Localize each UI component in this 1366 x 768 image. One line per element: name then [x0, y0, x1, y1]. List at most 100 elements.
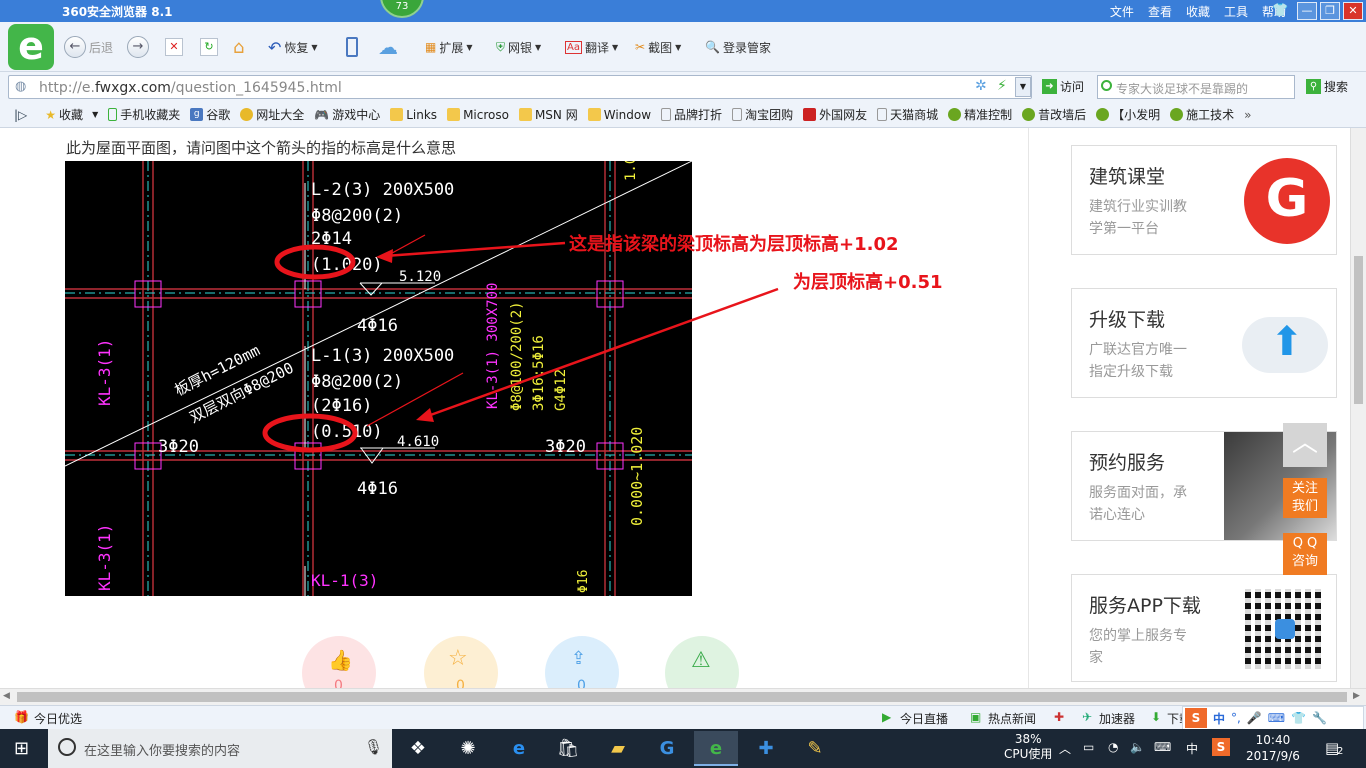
volume-icon[interactable]: 🔈: [1130, 740, 1145, 754]
windows-start-icon[interactable]: ⊞: [14, 738, 29, 759]
phone-icon: [108, 108, 118, 121]
follow-button[interactable]: 关注 我们: [1283, 478, 1327, 518]
fav-google[interactable]: g 谷歌: [190, 106, 230, 123]
scroll-thumb[interactable]: [1354, 256, 1363, 404]
restore-button[interactable]: ↶ 恢复 ▼: [268, 36, 318, 58]
loading-icon[interactable]: ✲: [975, 78, 987, 94]
qq-consult-button[interactable]: Q Q 咨询: [1283, 533, 1327, 575]
cpu-meter[interactable]: 38% CPU使用: [1004, 732, 1052, 762]
scroll-left-icon[interactable]: ◀: [3, 691, 10, 701]
scroll-thumb[interactable]: [17, 692, 1347, 702]
ime-indicator[interactable]: 中: [1186, 740, 1198, 757]
refresh-button[interactable]: ↻: [200, 36, 218, 58]
browser-logo-icon[interactable]: e: [8, 24, 54, 70]
fav-label: 手机收藏夹: [120, 108, 181, 122]
visit-button[interactable]: ➜ 访问: [1042, 78, 1084, 95]
home-button[interactable]: ⌂: [233, 36, 244, 58]
clock[interactable]: 10:40 2017/9/6: [1246, 732, 1300, 764]
today-picks[interactable]: 今日优选: [34, 710, 82, 727]
fav-label: 昔改墙后: [1038, 108, 1087, 122]
medical-icon[interactable]: ✚: [1054, 710, 1064, 724]
login-manager-button[interactable]: 🔍 登录管家: [705, 36, 771, 58]
fav-foreign[interactable]: 外国网友: [803, 106, 867, 123]
grid-icon: ▦: [425, 40, 437, 54]
microphone-icon[interactable]: 🎙: [364, 738, 383, 756]
phone-button[interactable]: [346, 36, 358, 58]
menu-tools[interactable]: 工具: [1224, 3, 1248, 20]
hot-news[interactable]: 热点新闻: [988, 710, 1036, 727]
cloud-button[interactable]: ☁: [378, 35, 398, 59]
punct-icon[interactable]: °,: [1231, 711, 1241, 725]
fav-construction[interactable]: 施工技术: [1170, 106, 1234, 123]
maximize-button[interactable]: ❐: [1320, 2, 1340, 20]
fav-wall[interactable]: 昔改墙后: [1022, 106, 1086, 123]
fav-game[interactable]: 🎮 游戏中心: [314, 106, 380, 123]
sogou-tray-icon[interactable]: S: [1212, 738, 1230, 756]
translate-button[interactable]: Aa 翻译 ▼: [565, 36, 618, 58]
browser-360-taskbar-icon[interactable]: e: [694, 731, 738, 766]
tray-chevron-icon[interactable]: ︿: [1059, 740, 1071, 757]
menu-view[interactable]: 查看: [1148, 3, 1172, 20]
extend-button[interactable]: ▦ 扩展 ▼: [425, 36, 473, 58]
card-upgrade-download[interactable]: 升级下载 广联达官方唯一 指定升级下载 ⬆: [1071, 288, 1337, 398]
skin-icon[interactable]: 👕: [1272, 3, 1288, 18]
back-button[interactable]: ← 后退: [64, 36, 113, 58]
fav-msn[interactable]: MSN 网: [518, 106, 578, 123]
search-input[interactable]: 专家大谈足球不是靠踢的: [1097, 75, 1295, 99]
tools-icon[interactable]: 🔧: [1312, 711, 1327, 725]
mic-icon[interactable]: 🎤: [1247, 711, 1262, 725]
fav-hao[interactable]: 网址大全: [240, 106, 304, 123]
glodon-app-icon[interactable]: G: [645, 731, 689, 766]
lightning-icon[interactable]: ⚡: [997, 78, 1007, 94]
keyboard-icon[interactable]: ⌨: [1154, 740, 1171, 754]
fav-collect[interactable]: ★ 收藏 ▼: [45, 106, 98, 123]
accelerator[interactable]: 加速器: [1099, 710, 1135, 727]
sidebar-toggle-icon[interactable]: |▷: [14, 108, 27, 122]
forward-button[interactable]: →: [127, 36, 149, 58]
fav-taobao[interactable]: 淘宝团购: [732, 106, 793, 123]
swirl-app-icon[interactable]: ✺: [446, 731, 490, 766]
stop-button[interactable]: ✕: [165, 36, 183, 58]
search-button[interactable]: ⚲ 搜索: [1306, 78, 1348, 95]
file-explorer-icon[interactable]: ▰: [596, 731, 640, 766]
store-icon[interactable]: 🛍: [546, 731, 590, 766]
bank-button[interactable]: ⛨ 网银 ▼: [496, 36, 541, 58]
fav-label: 【小发明: [1112, 108, 1161, 122]
wifi-icon[interactable]: ◔: [1108, 740, 1118, 754]
horizontal-scrollbar[interactable]: ◀ ▶: [0, 688, 1366, 705]
fav-invention[interactable]: 【小发明: [1096, 106, 1160, 123]
url-text[interactable]: http://e.fwxgx.com/question_1645945.html: [39, 80, 342, 96]
minimize-button[interactable]: —: [1297, 2, 1317, 20]
skin-icon[interactable]: 👕: [1291, 711, 1306, 725]
edge-icon[interactable]: e: [497, 731, 541, 766]
card-building-class[interactable]: 建筑课堂 建筑行业实训教 学第一平台 G: [1071, 145, 1337, 255]
vertical-scrollbar[interactable]: [1350, 128, 1366, 688]
today-live[interactable]: 今日直播: [900, 710, 948, 727]
battery-icon[interactable]: ▭: [1083, 740, 1094, 754]
notes-app-icon[interactable]: ✎: [793, 731, 837, 766]
card-desc: 建筑行业实训教: [1089, 199, 1187, 215]
fav-tmall[interactable]: 天猫商城: [877, 106, 938, 123]
scroll-right-icon[interactable]: ▶: [1353, 691, 1360, 701]
keyboard-icon[interactable]: ⌨: [1268, 711, 1285, 725]
menu-favorites[interactable]: 收藏: [1186, 3, 1210, 20]
more-chevron-icon[interactable]: »: [1244, 108, 1251, 122]
back-to-top-button[interactable]: ︿: [1283, 423, 1327, 467]
fav-windows[interactable]: Window: [587, 108, 651, 122]
ime-mode[interactable]: 中: [1213, 710, 1225, 727]
fav-links[interactable]: Links: [390, 108, 437, 122]
url-dropdown-icon[interactable]: ▼: [1015, 77, 1031, 97]
close-button[interactable]: ✕: [1343, 2, 1363, 20]
fav-microsoft[interactable]: Microso: [447, 108, 509, 122]
menu-file[interactable]: 文件: [1110, 3, 1134, 20]
sogou-ime-bar[interactable]: S 中 °, 🎤 ⌨ 👕 🔧: [1182, 706, 1364, 730]
fav-mobile[interactable]: 手机收藏夹: [108, 106, 180, 123]
address-bar[interactable]: ◍ http://e.fwxgx.com/question_1645945.ht…: [8, 75, 1032, 99]
card-app-download[interactable]: 服务APP下载 您的掌上服务专 家: [1071, 574, 1337, 682]
screenshot-button[interactable]: ✂ 截图 ▼: [635, 36, 681, 58]
plus-app-icon[interactable]: ✚: [744, 731, 788, 766]
taskbar-search-input[interactable]: 在这里输入你要搜索的内容 🎙: [48, 729, 392, 768]
fav-brand[interactable]: 品牌打折: [661, 106, 722, 123]
fav-precise[interactable]: 精准控制: [948, 106, 1012, 123]
task-view-icon[interactable]: ❖: [396, 731, 440, 766]
